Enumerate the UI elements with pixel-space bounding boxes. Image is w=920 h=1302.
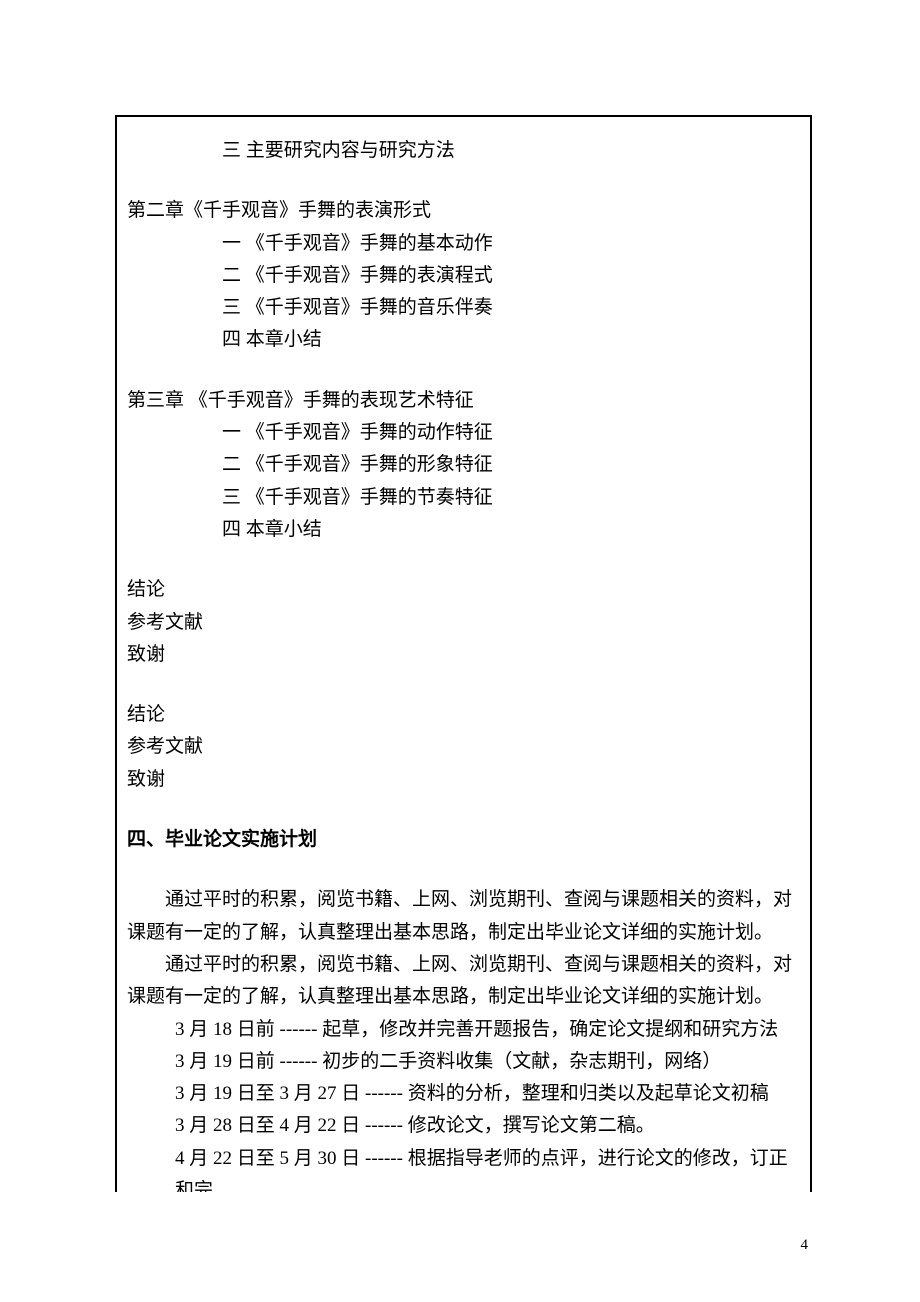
- end-section-repeat: 结论 参考文献 致谢: [127, 699, 800, 796]
- text-line: 致谢: [127, 639, 800, 671]
- text-line: 参考文献: [127, 607, 800, 639]
- content-frame: 三 主要研究内容与研究方法 第二章《千手观音》手舞的表演形式 一 《千手观音》手…: [115, 115, 812, 1192]
- text-line: 致谢: [127, 764, 800, 796]
- document-page: 三 主要研究内容与研究方法 第二章《千手观音》手舞的表演形式 一 《千手观音》手…: [0, 0, 920, 1302]
- outline-item: 三 主要研究内容与研究方法: [127, 135, 800, 167]
- end-section: 结论 参考文献 致谢: [127, 574, 800, 671]
- outline-item: 一 《千手观音》手舞的基本动作: [127, 228, 800, 260]
- chapter-2-title: 第二章《千手观音》手舞的表演形式: [127, 195, 800, 227]
- paragraph-2: 通过平时的积累，阅览书籍、上网、浏览期刊、查阅与课题相关的资料，对课题有一定的了…: [127, 949, 800, 1014]
- paragraph-1: 通过平时的积累，阅览书籍、上网、浏览期刊、查阅与课题相关的资料，对课题有一定的了…: [127, 884, 800, 949]
- outline-item: 三 《千手观音》手舞的节奏特征: [127, 482, 800, 514]
- outline-item: 二 《千手观音》手舞的表演程式: [127, 260, 800, 292]
- page-number: 4: [801, 1237, 809, 1254]
- outline-item: 二 《千手观音》手舞的形象特征: [127, 449, 800, 481]
- schedule-line: 3 月 19 日前 ------ 初步的二手资料收集（文献，杂志期刊，网络）: [127, 1046, 800, 1078]
- outline-item: 四 本章小结: [127, 514, 800, 546]
- text-line: 结论: [127, 699, 800, 731]
- section-4-heading: 四、毕业论文实施计划: [127, 824, 800, 856]
- schedule-line: 3 月 18 日前 ------ 起草，修改并完善开题报告，确定论文提纲和研究方…: [127, 1014, 800, 1046]
- outline-item: 三 《千手观音》手舞的音乐伴奏: [127, 292, 800, 324]
- schedule-line: 3 月 28 日至 4 月 22 日 ------ 修改论文，撰写论文第二稿。: [127, 1110, 800, 1142]
- paragraph-block: 通过平时的积累，阅览书籍、上网、浏览期刊、查阅与课题相关的资料，对课题有一定的了…: [127, 884, 800, 1192]
- schedule-line: 3 月 19 日至 3 月 27 日 ------ 资料的分析，整理和归类以及起…: [127, 1078, 800, 1110]
- schedule-line: 4 月 22 日至 5 月 30 日 ------ 根据指导老师的点评，进行论文…: [127, 1143, 800, 1192]
- text-line: 参考文献: [127, 731, 800, 763]
- outline-item: 四 本章小结: [127, 324, 800, 356]
- text-line: 结论: [127, 574, 800, 606]
- chapter-3-title: 第三章 《千手观音》手舞的表现艺术特征: [127, 385, 800, 417]
- outline-item: 一 《千手观音》手舞的动作特征: [127, 417, 800, 449]
